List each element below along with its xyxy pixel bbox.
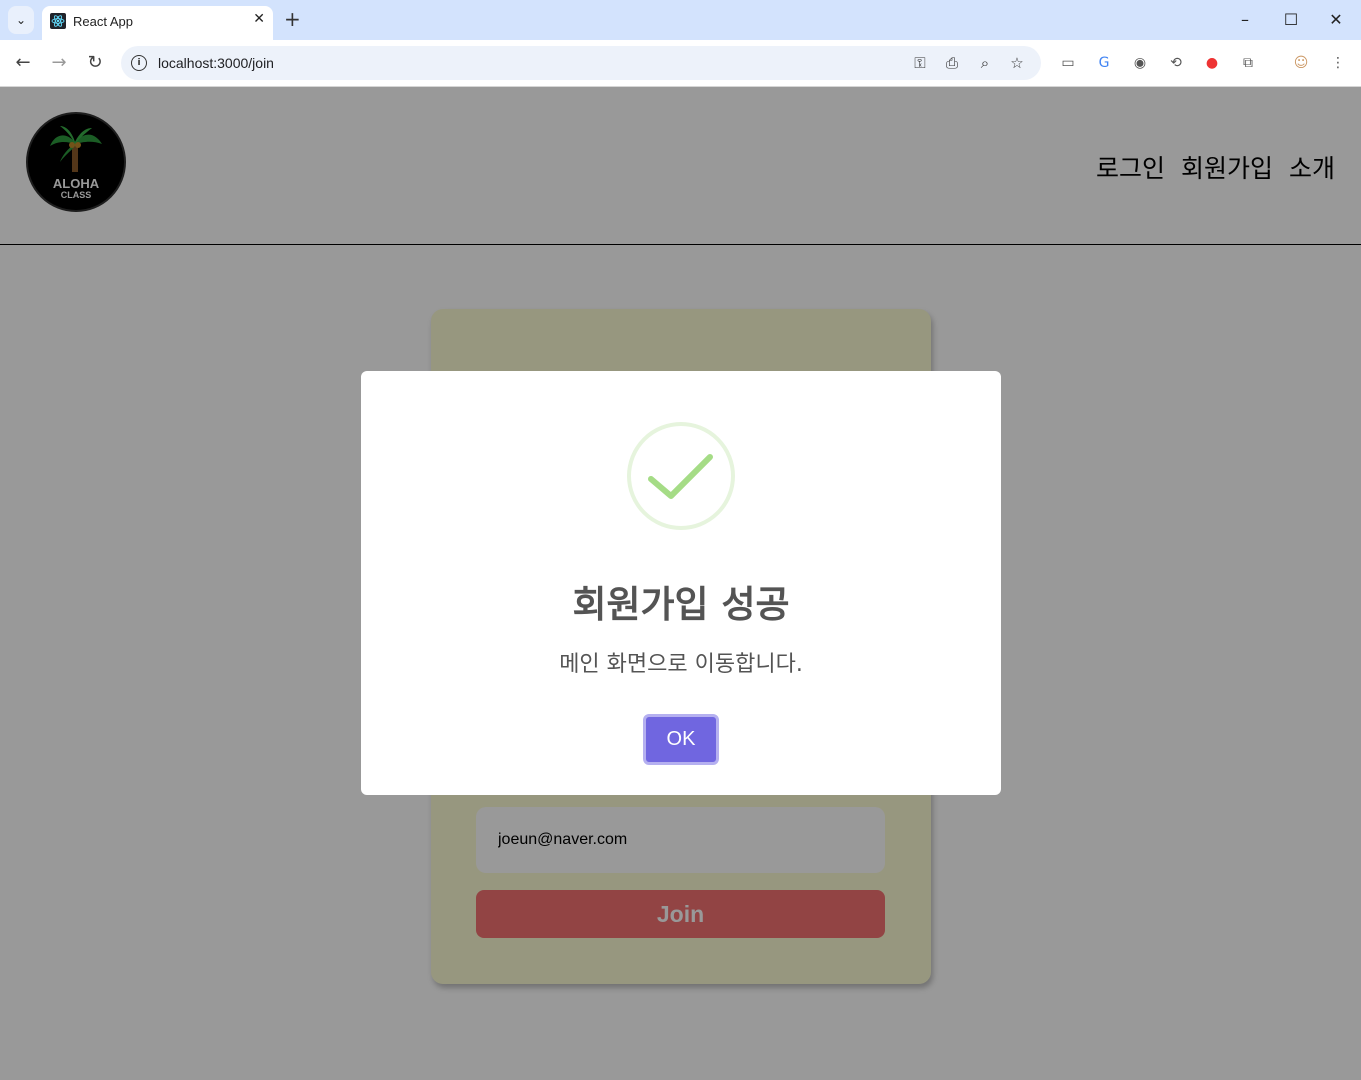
address-bar[interactable]: i localhost:3000/join ⚿ ⎙ ⌕ ☆ (121, 46, 1041, 80)
translate-icon[interactable]: G (1095, 54, 1113, 72)
zoom-icon[interactable]: ⌕ (976, 54, 994, 72)
bookmark-star-icon[interactable]: ☆ (1008, 54, 1026, 72)
extensions-icon[interactable]: ⧉ (1239, 54, 1257, 72)
browser-tab[interactable]: React App ✕ (42, 6, 273, 40)
modal-message: 메인 화면으로 이동합니다. (559, 652, 803, 677)
new-tab-button[interactable]: + (284, 8, 301, 30)
react-icon (50, 13, 66, 29)
success-check-icon (627, 422, 735, 530)
url-text[interactable]: localhost:3000/join (158, 55, 274, 71)
browser-toolbar: ← → ↻ i localhost:3000/join ⚿ ⎙ ⌕ ☆ ▭ G … (0, 40, 1361, 87)
site-info-icon[interactable]: i (131, 55, 147, 71)
tab-search-button[interactable]: ⌄ (8, 6, 34, 34)
browser-tab-bar: ⌄ React App ✕ + – ☐ ✕ (0, 0, 1361, 40)
install-app-icon[interactable]: ⎙ (943, 54, 961, 72)
color-picker-icon[interactable]: ● (1203, 54, 1221, 72)
success-modal: 회원가입 성공 메인 화면으로 이동합니다. OK (361, 371, 1001, 795)
ok-button[interactable]: OK (643, 714, 719, 765)
cast-icon[interactable]: ▭ (1059, 54, 1077, 72)
modal-title: 회원가입 성공 (572, 583, 790, 626)
password-key-icon[interactable]: ⚿ (911, 54, 929, 72)
camera-icon[interactable]: ◉ (1131, 54, 1149, 72)
back-icon[interactable]: ← (10, 50, 36, 76)
maximize-icon[interactable]: ☐ (1281, 10, 1301, 29)
menu-kebab-icon[interactable]: ⋮ (1329, 54, 1347, 72)
tab-title: React App (73, 14, 133, 29)
minimize-icon[interactable]: – (1235, 10, 1255, 29)
close-window-icon[interactable]: ✕ (1326, 10, 1346, 29)
reload-icon[interactable]: ↻ (82, 50, 108, 76)
sync-icon[interactable]: ⟲ (1167, 54, 1185, 72)
forward-icon[interactable]: → (46, 50, 72, 76)
tab-close-icon[interactable]: ✕ (253, 11, 265, 27)
page: ALOHA CLASS 로그인 회원가입 소개 Join 회원가입 성공 메인 … (0, 87, 1361, 1080)
profile-avatar-icon[interactable]: ☺ (1292, 54, 1310, 72)
